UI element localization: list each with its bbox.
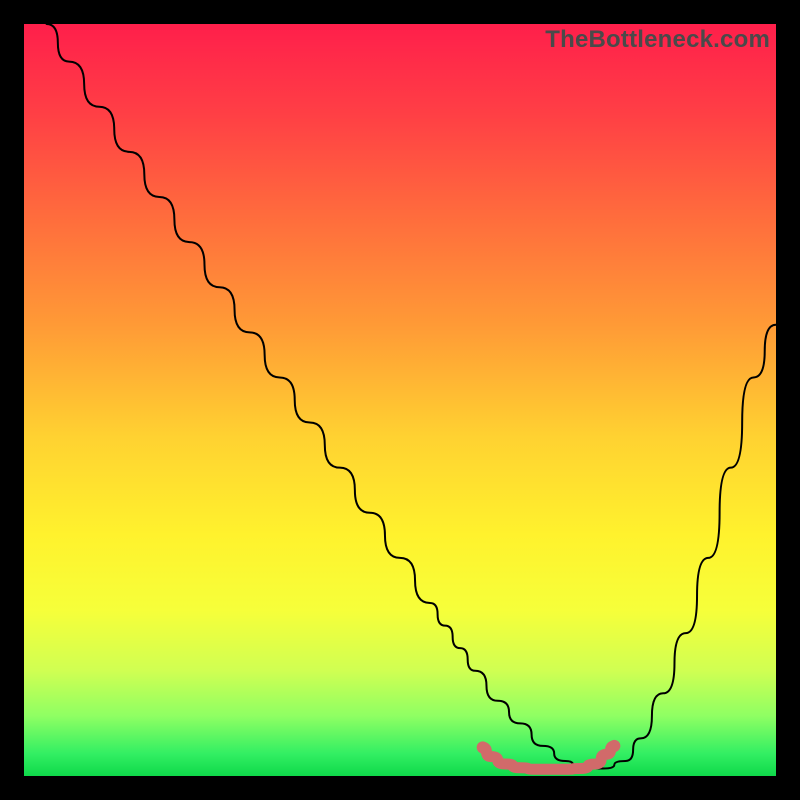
- gradient-background: [24, 24, 776, 776]
- bottleneck-chart: [24, 24, 776, 776]
- chart-frame: TheBottleneck.com: [24, 24, 776, 776]
- valley-marker-endpoint: [477, 741, 489, 753]
- valley-marker-endpoint: [608, 740, 620, 752]
- watermark-text: TheBottleneck.com: [545, 26, 770, 54]
